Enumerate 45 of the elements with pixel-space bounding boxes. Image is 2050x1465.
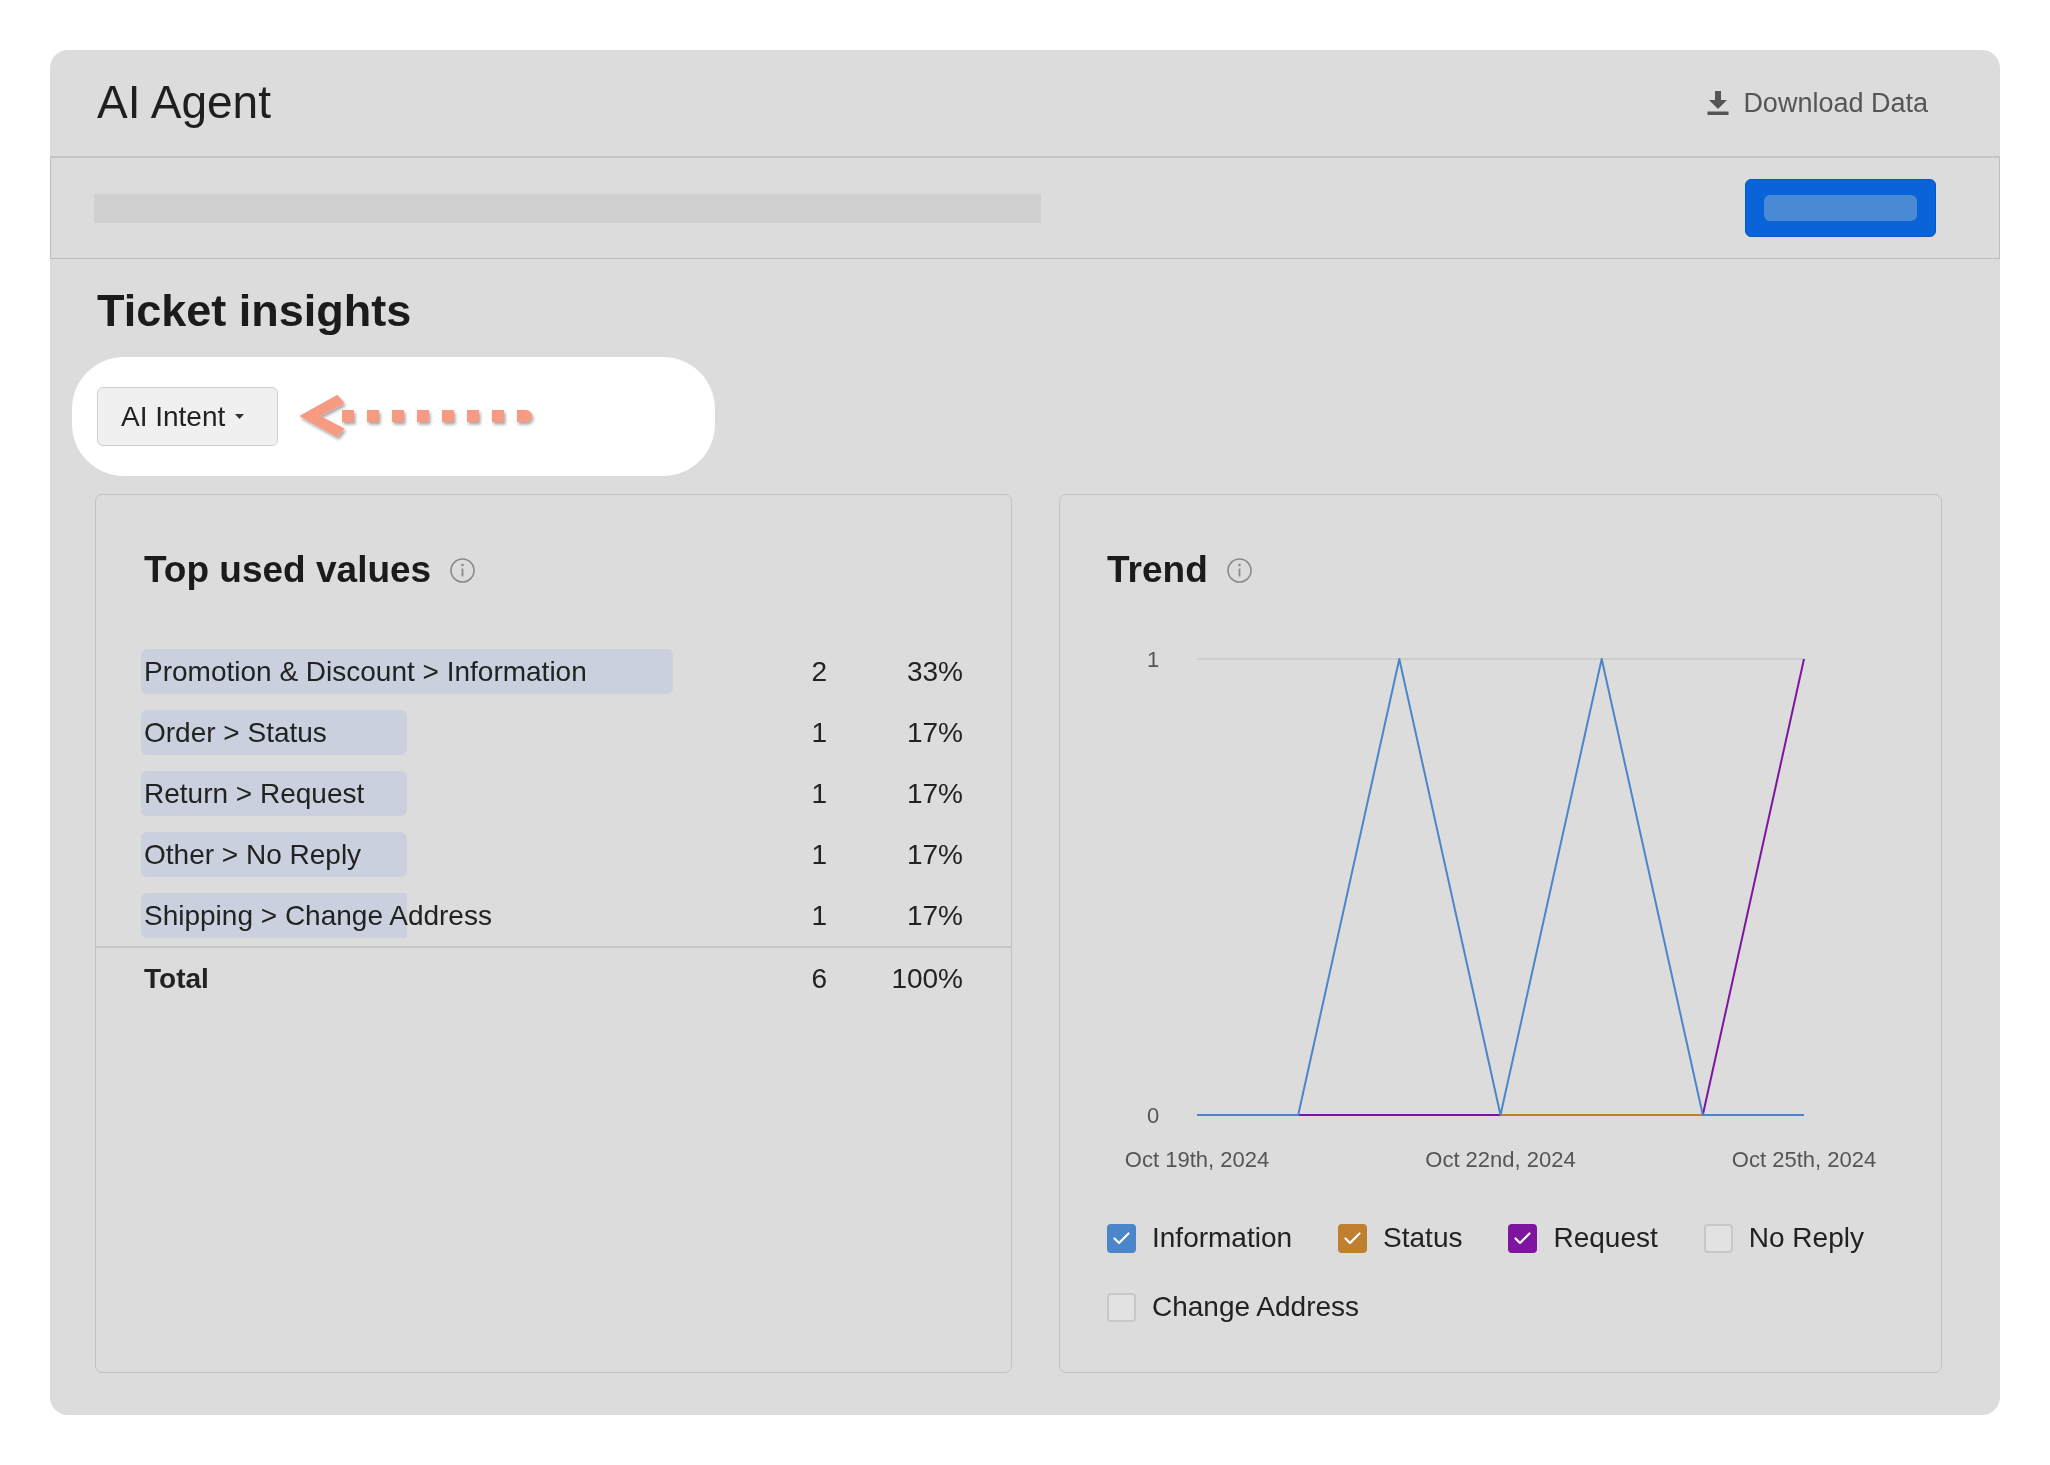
- legend-label: Status: [1383, 1221, 1463, 1255]
- axis-label: Oct 19th, 2024: [1124, 1147, 1270, 1172]
- total-percent: 100%: [890, 962, 963, 996]
- info-icon[interactable]: [1226, 557, 1252, 583]
- percent-value: 33%: [905, 654, 963, 689]
- section-title: Ticket insights: [96, 284, 412, 338]
- count-value: 2: [810, 654, 827, 689]
- check-icon: [1113, 1231, 1130, 1245]
- total-label: Total: [144, 963, 209, 994]
- count-value: 1: [810, 837, 827, 872]
- legend-label: No Reply: [1748, 1221, 1864, 1255]
- percent-value: 17%: [905, 837, 963, 872]
- count-value: 1: [810, 898, 827, 933]
- axis-label: 1: [1146, 647, 1160, 672]
- check-icon: [1344, 1231, 1362, 1245]
- download-data-link[interactable]: Download Data: [1707, 86, 1928, 120]
- percent-value: 17%: [905, 898, 963, 933]
- card-title: Top used values: [144, 548, 432, 592]
- legend-checkbox[interactable]: [1107, 1223, 1136, 1253]
- intent-label: Other > No Reply: [141, 832, 407, 877]
- count-value: 1: [810, 776, 827, 811]
- total-count: 6: [810, 962, 827, 996]
- info-icon[interactable]: [450, 557, 476, 583]
- intent-label: Order > Status: [141, 710, 407, 755]
- legend-label: Request: [1553, 1221, 1658, 1255]
- legend-checkbox[interactable]: [1508, 1223, 1538, 1253]
- axis-label: 0: [1146, 1103, 1160, 1128]
- percent-value: 17%: [905, 776, 963, 811]
- legend-label: Information: [1152, 1221, 1293, 1255]
- legend-checkbox[interactable]: [1338, 1223, 1368, 1253]
- download-icon: [1707, 91, 1730, 115]
- caret-icon: [235, 414, 245, 419]
- axis-label: Oct 25th, 2024: [1731, 1147, 1877, 1172]
- check-icon: [1514, 1231, 1532, 1245]
- card-title: Trend: [1107, 548, 1208, 592]
- intent-dropdown[interactable]: AI Intent: [97, 387, 278, 446]
- percent-value: 17%: [905, 715, 963, 750]
- intent-label: Shipping > Change Address: [141, 893, 492, 938]
- primary-button[interactable]: [1745, 179, 1936, 237]
- legend-label: Change Address: [1152, 1290, 1360, 1324]
- intent-label: Promotion & Discount > Information: [141, 649, 673, 694]
- page-title: AI Agent: [97, 75, 271, 131]
- intent-label: Return > Request: [141, 771, 407, 816]
- count-value: 1: [810, 715, 827, 750]
- axis-label: Oct 22nd, 2024: [1425, 1147, 1576, 1172]
